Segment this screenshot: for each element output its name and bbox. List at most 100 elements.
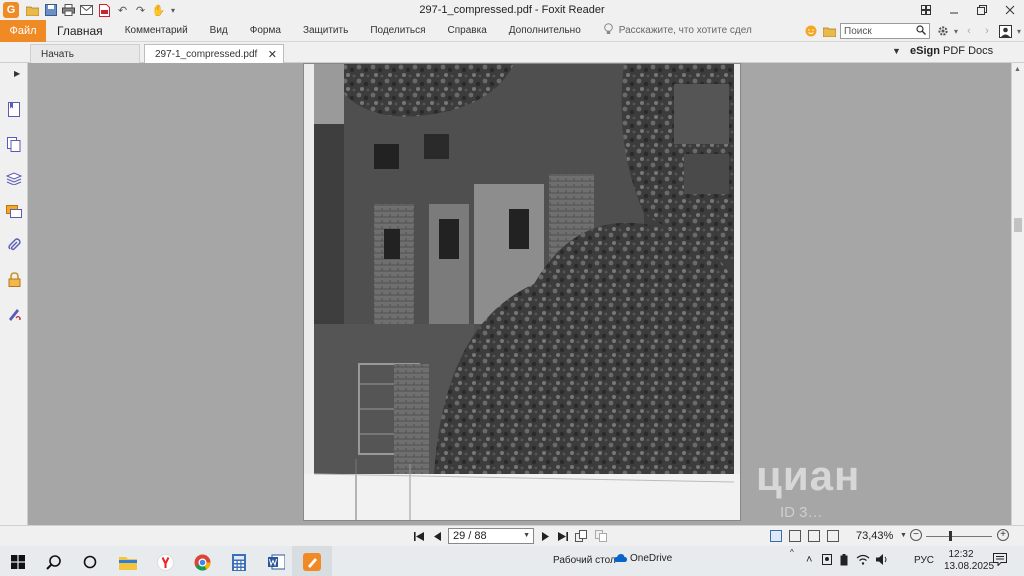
find-folder-icon[interactable]	[820, 22, 838, 40]
feedback-smiley-icon[interactable]	[802, 22, 820, 40]
tab-home[interactable]: Главная	[46, 20, 114, 42]
email-icon[interactable]	[79, 3, 94, 17]
close-tab-icon[interactable]: ✕	[268, 48, 277, 61]
show-hidden-icons-chevron[interactable]: ˄	[806, 554, 812, 566]
pages-icon[interactable]	[6, 136, 22, 152]
language-indicator[interactable]: РУС	[914, 555, 934, 566]
hand-tool-icon[interactable]: ✋	[151, 3, 166, 17]
tab-extras[interactable]: Дополнительно	[498, 20, 592, 42]
save-icon[interactable]	[43, 3, 58, 17]
continuous-view-icon[interactable]	[789, 530, 801, 542]
search-icon[interactable]	[916, 25, 926, 38]
desktop-toolbar-label[interactable]: Рабочий стол	[553, 555, 616, 566]
close-window-button[interactable]	[996, 0, 1024, 20]
customize-toolbar-icon[interactable]: ▾	[169, 3, 177, 17]
tab-file[interactable]: Файл	[0, 19, 46, 42]
user-avatar-icon[interactable]	[996, 22, 1014, 40]
continuous-facing-view-icon[interactable]	[827, 530, 839, 542]
ribbon-right-tools: Поиск ▾ ‹ › ▾	[802, 20, 1024, 42]
next-page-icon[interactable]	[538, 529, 552, 543]
comments-icon[interactable]	[6, 204, 22, 220]
windows-start-icon[interactable]	[8, 552, 28, 572]
wifi-icon[interactable]	[856, 554, 870, 568]
pdf-page[interactable]	[303, 63, 741, 521]
bookmark-icon[interactable]	[6, 101, 22, 117]
cortana-icon[interactable]	[80, 552, 100, 572]
next-view-icon[interactable]	[594, 529, 608, 543]
undo-icon[interactable]: ↶	[115, 3, 130, 17]
search-taskbar-icon[interactable]	[44, 552, 64, 572]
onedrive-label[interactable]: OneDrive	[630, 553, 672, 564]
account-dropdown-icon[interactable]: ▾	[1014, 22, 1024, 40]
minimize-button[interactable]	[940, 0, 968, 20]
watermark-id: ID 3…	[780, 504, 823, 521]
file-explorer-icon[interactable]	[118, 552, 138, 572]
attachments-paperclip-icon[interactable]	[6, 237, 22, 253]
cian-watermark: циан	[756, 452, 860, 500]
yandex-browser-icon[interactable]	[155, 552, 175, 572]
onedrive-cloud-icon[interactable]	[614, 553, 627, 565]
zoom-slider-track[interactable]	[926, 536, 992, 537]
zoom-level[interactable]: 73,43%	[856, 530, 893, 542]
esign-pdf-docs-button[interactable]: eSign PDF Docs	[910, 45, 993, 57]
tab-protect[interactable]: Защитить	[292, 20, 359, 42]
status-bar: 29 / 88 ▼ 73,43% ▼ − +	[0, 525, 1024, 546]
word-icon[interactable]	[266, 552, 286, 572]
system-clock[interactable]: 12:32 13.08.2025	[944, 549, 995, 573]
zoom-dropdown-icon[interactable]: ▼	[900, 532, 907, 539]
title-bar: G ↶ ↷ ✋ ▾ 297-1_compressed.pdf - Foxit R…	[0, 0, 1024, 20]
redo-icon[interactable]: ↷	[133, 3, 148, 17]
tell-me-box[interactable]: Расскажите, что хотите сдел	[603, 23, 752, 38]
tab-share[interactable]: Поделиться	[359, 20, 436, 42]
foxit-logo-icon[interactable]: G	[3, 2, 19, 18]
tab-view[interactable]: Вид	[199, 20, 239, 42]
tray-overflow-icon[interactable]: ^	[790, 548, 794, 557]
create-pdf-icon[interactable]	[97, 3, 112, 17]
tab-comment[interactable]: Комментарий	[114, 20, 199, 42]
action-center-icon[interactable]	[993, 553, 1007, 569]
scroll-up-icon[interactable]: ▲	[1014, 66, 1021, 73]
previous-page-icon[interactable]	[430, 529, 444, 543]
notification-area-app-icon[interactable]	[822, 554, 832, 568]
chrome-icon[interactable]	[192, 552, 212, 572]
quick-access-toolbar: ↶ ↷ ✋ ▾	[25, 3, 177, 17]
settings-dropdown-icon[interactable]: ▾	[952, 22, 960, 40]
expand-panel-icon[interactable]: ▶	[14, 69, 20, 78]
tab-document[interactable]: 297-1_compressed.pdf ✕	[144, 44, 284, 63]
open-folder-icon[interactable]	[25, 3, 40, 17]
tab-help[interactable]: Справка	[437, 20, 498, 42]
page-dropdown-icon[interactable]: ▼	[523, 532, 530, 539]
layers-icon[interactable]	[6, 170, 22, 186]
volume-icon[interactable]	[876, 554, 889, 568]
restore-button[interactable]	[968, 0, 996, 20]
page-indicator: 29 / 88	[453, 530, 487, 542]
scrollbar-thumb[interactable]	[1014, 218, 1022, 232]
page-number-input[interactable]: 29 / 88 ▼	[448, 528, 534, 544]
tab-form[interactable]: Форма	[239, 20, 292, 42]
calculator-icon[interactable]	[229, 552, 249, 572]
chevron-down-icon[interactable]: ▼	[892, 46, 901, 56]
ribbon-display-icon[interactable]	[912, 0, 940, 20]
settings-gear-icon[interactable]	[934, 22, 952, 40]
zoom-in-button[interactable]: +	[997, 529, 1009, 541]
back-icon[interactable]: ‹	[960, 22, 978, 40]
tab-start[interactable]: Начать	[30, 44, 140, 63]
previous-view-icon[interactable]	[574, 529, 588, 543]
security-lock-icon[interactable]	[6, 271, 22, 287]
facing-view-icon[interactable]	[808, 530, 820, 542]
last-page-icon[interactable]	[556, 529, 570, 543]
search-input[interactable]: Поиск	[840, 23, 930, 39]
first-page-icon[interactable]	[412, 529, 426, 543]
document-view[interactable]	[29, 63, 1011, 525]
single-page-view-icon[interactable]	[770, 530, 782, 542]
battery-icon[interactable]	[840, 554, 848, 569]
forward-icon[interactable]: ›	[978, 22, 996, 40]
window-controls	[912, 0, 1024, 20]
signature-icon[interactable]	[6, 305, 22, 321]
print-icon[interactable]	[61, 3, 76, 17]
vertical-scrollbar[interactable]: ▲	[1011, 63, 1024, 525]
clock-date: 13.08.2025	[944, 561, 995, 572]
zoom-slider-thumb[interactable]	[949, 531, 952, 541]
foxit-reader-taskbar-icon[interactable]	[302, 552, 322, 572]
zoom-out-button[interactable]: −	[910, 529, 922, 541]
